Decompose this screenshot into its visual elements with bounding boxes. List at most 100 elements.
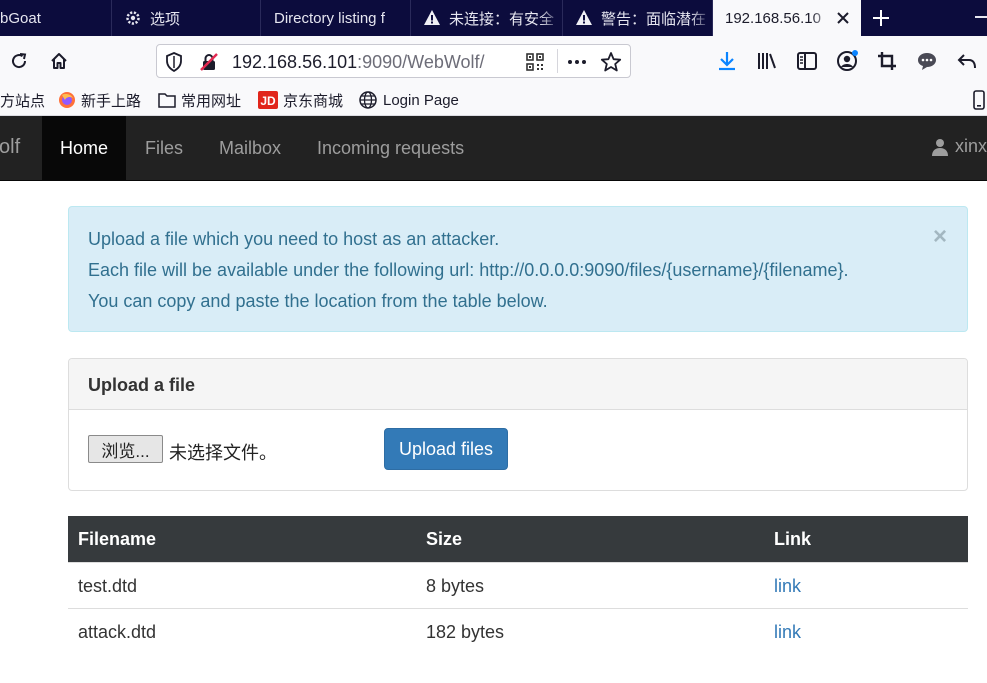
tab-options[interactable]: 选项 [112,0,261,36]
chat-bubble-icon [918,53,936,70]
bookmark-getting-started[interactable]: 新手上路 [58,90,141,110]
nav-home[interactable]: Home [42,116,126,180]
nav-label: Incoming requests [317,137,465,158]
gear-icon [124,9,142,27]
info-alert: Upload a file which you need to host as … [68,206,968,332]
alert-line: You can copy and paste the location from… [88,291,548,311]
column-header-filename: Filename [78,529,157,549]
browser-tab-strip: bGoat 选项 Directory listing f 未连接：有安全 警告：… [0,0,987,36]
column-header-size: Size [426,529,463,549]
nav-incoming-requests[interactable]: Incoming requests [317,116,464,180]
tab-webwolf-active[interactable]: 192.168.56.10 [713,0,861,36]
bookmark-common-sites[interactable]: 常用网址 [158,90,241,110]
alert-close-button[interactable]: × [933,225,947,249]
warning-icon [423,9,441,27]
warning-icon [575,9,593,27]
nav-mailbox[interactable]: Mailbox [219,116,281,180]
shield-icon[interactable] [165,52,183,77]
bookmarks-bar: 方站点 新手上路 常用网址 JD 京东商城 Login Page [0,85,987,116]
no-file-selected-text: 未选择文件。 [169,443,277,463]
address-bar[interactable]: 192.168.56.101:9090/WebWolf/ [156,44,631,78]
tab-label: Directory listing f [274,9,385,27]
tab-label: 选项 [150,10,181,28]
bookmark-label: 京东商城 [283,92,344,110]
downloads-button[interactable] [714,48,740,74]
home-icon [51,53,67,69]
globe-icon [358,90,378,110]
username: xinx [954,136,987,156]
new-tab-button[interactable] [861,0,901,36]
qr-code-icon[interactable] [525,52,545,77]
files-table: Filename Size Link test.dtd 8 bytes link… [68,516,968,654]
svg-text:JD: JD [260,94,276,108]
back-button[interactable] [954,48,980,74]
user-icon [931,138,949,156]
undo-arrow-icon [957,54,976,69]
nav-label: Files [145,137,184,158]
plus-icon [873,10,889,26]
nav-label: Home [59,137,108,158]
star-bookmark-icon[interactable] [600,51,622,78]
minimize-icon[interactable] [975,16,987,18]
bookmark-sites[interactable]: 方站点 [0,90,45,110]
bookmark-label: 方站点 [0,92,46,110]
upload-panel: Upload a file 浏览... 未选择文件。 Upload files [68,358,968,491]
home-button[interactable] [46,48,72,74]
panel-title: Upload a file [88,375,196,395]
bookmark-label: 常用网址 [181,92,242,110]
brand-logo[interactable]: olf [0,136,20,159]
bookmark-label: 新手上路 [81,92,142,110]
site-navbar: olf Home Files Mailbox Incoming requests… [0,116,987,181]
library-button[interactable] [754,48,780,74]
table-header: Filename Size Link [68,516,968,562]
file-link[interactable]: link [774,622,801,643]
url-path: :9090/WebWolf/ [357,52,485,72]
tab-label: 未连接：有安全 [449,10,555,28]
bookmark-label: Login Page [383,91,459,109]
download-icon [719,52,735,71]
account-icon [837,50,858,71]
user-menu[interactable]: xinx [931,136,987,157]
sidebar-icon [797,52,817,70]
browser-toolbar: 192.168.56.101:9090/WebWolf/ [0,36,987,85]
alert-line: Upload a file which you need to host as … [88,229,500,249]
tab-not-connected[interactable]: 未连接：有安全 [411,0,563,36]
file-name: test.dtd [78,576,138,596]
tab-warning[interactable]: 警告：面临潜在 [563,0,713,36]
jd-logo-icon: JD [258,91,278,109]
mobile-bookmarks-icon[interactable] [973,90,985,115]
file-name: attack.dtd [78,622,157,642]
nav-files[interactable]: Files [145,116,183,180]
url-host: 192.168.56.101 [232,52,358,72]
chat-button[interactable] [914,48,940,74]
account-button[interactable] [834,48,860,74]
bookmark-jd[interactable]: JD 京东商城 [258,90,343,110]
url-text[interactable]: 192.168.56.101:9090/WebWolf/ [232,52,522,73]
tab-label: 192.168.56.10 [725,9,821,27]
panel-heading: Upload a file [69,359,967,410]
reload-icon [12,53,27,69]
table-row: test.dtd 8 bytes link [68,562,968,608]
file-size: 182 bytes [426,622,505,642]
screenshot-button[interactable] [874,48,900,74]
tab-label: bGoat [0,9,41,27]
alert-line: Each file will be available under the fo… [88,260,849,280]
reload-button[interactable] [6,48,32,74]
column-header-link: Link [774,529,812,549]
tab-directory-listing[interactable]: Directory listing f [261,0,411,36]
file-size: 8 bytes [426,576,485,596]
bookmark-login-page[interactable]: Login Page [358,90,459,110]
file-link[interactable]: link [774,576,801,597]
browse-file-button[interactable]: 浏览... [88,435,163,463]
close-tab-icon[interactable] [833,8,853,28]
more-actions-icon[interactable] [566,52,588,77]
library-icon [758,53,776,69]
insecure-lock-icon[interactable] [199,52,219,77]
firefox-icon [58,91,76,109]
tab-webgoat[interactable]: bGoat [0,0,112,36]
nav-label: Mailbox [219,137,282,158]
folder-icon [158,92,176,108]
upload-files-button[interactable]: Upload files [384,428,508,470]
table-row: attack.dtd 182 bytes link [68,608,968,654]
sidebar-button[interactable] [794,48,820,74]
